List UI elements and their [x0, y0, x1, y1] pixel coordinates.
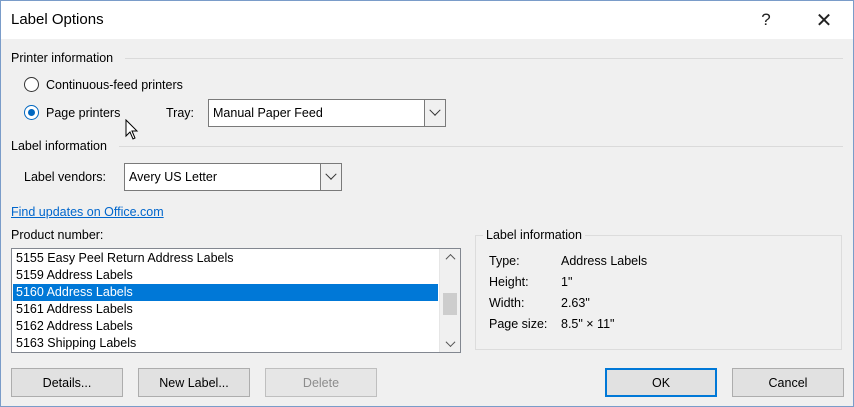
- label-options-dialog: Label Options ? ✕ Printer information Co…: [0, 0, 854, 407]
- page-printers-radio[interactable]: [24, 105, 39, 120]
- scroll-up-icon[interactable]: [440, 249, 460, 266]
- delete-button[interactable]: Delete: [265, 368, 377, 397]
- list-item[interactable]: 5159 Address Labels: [13, 267, 438, 284]
- label-details-group: [475, 235, 842, 350]
- label-vendors-select[interactable]: Avery US Letter: [124, 163, 342, 191]
- dialog-title: Label Options: [11, 11, 104, 28]
- detail-value: 2.63": [561, 296, 590, 310]
- printer-information-heading: Printer information: [11, 51, 114, 65]
- title-bar: Label Options ? ✕: [1, 1, 853, 39]
- close-button[interactable]: ✕: [804, 5, 844, 35]
- tray-label: Tray:: [166, 106, 195, 120]
- find-updates-link[interactable]: Find updates on Office.com: [11, 205, 164, 219]
- scroll-down-icon[interactable]: [440, 335, 460, 352]
- tray-value: Manual Paper Feed: [213, 106, 323, 120]
- ok-button[interactable]: OK: [605, 368, 717, 397]
- detail-key: Type:: [489, 254, 520, 268]
- detail-value: 1": [561, 275, 573, 289]
- detail-value: 8.5" × 11": [561, 317, 615, 331]
- label-info-separator: [119, 146, 843, 147]
- detail-value: Address Labels: [561, 254, 648, 268]
- list-scrollbar[interactable]: [439, 249, 460, 352]
- continuous-feed-radio[interactable]: [24, 77, 39, 92]
- list-item[interactable]: 5163 Shipping Labels: [13, 335, 438, 352]
- new-label-button[interactable]: New Label...: [138, 368, 250, 397]
- continuous-feed-label: Continuous-feed printers: [46, 77, 183, 92]
- list-item-selected[interactable]: 5160 Address Labels: [13, 284, 438, 301]
- chevron-down-icon[interactable]: [424, 100, 445, 126]
- product-number-list[interactable]: 5155 Easy Peel Return Address Labels 515…: [11, 248, 461, 353]
- label-vendors-value: Avery US Letter: [129, 170, 218, 184]
- help-button[interactable]: ?: [746, 5, 786, 35]
- product-number-label: Product number:: [11, 228, 104, 242]
- cancel-button[interactable]: Cancel: [732, 368, 844, 397]
- detail-key: Page size:: [489, 317, 548, 331]
- chevron-down-icon[interactable]: [320, 164, 341, 190]
- printer-info-separator: [125, 58, 843, 59]
- scroll-thumb[interactable]: [443, 293, 457, 315]
- tray-select[interactable]: Manual Paper Feed: [208, 99, 446, 127]
- label-details-title: Label information: [483, 228, 585, 242]
- page-printers-option[interactable]: Page printers: [24, 105, 120, 120]
- list-item[interactable]: 5161 Address Labels: [13, 301, 438, 318]
- detail-key: Width:: [489, 296, 525, 310]
- page-printers-label: Page printers: [46, 105, 121, 120]
- mouse-pointer-icon: [125, 119, 139, 140]
- detail-key: Height:: [489, 275, 529, 289]
- details-button[interactable]: Details...: [11, 368, 123, 397]
- label-information-heading: Label information: [11, 139, 107, 153]
- continuous-feed-option[interactable]: Continuous-feed printers: [24, 77, 183, 92]
- list-item[interactable]: 5155 Easy Peel Return Address Labels: [13, 250, 438, 267]
- list-item[interactable]: 5162 Address Labels: [13, 318, 438, 335]
- label-vendors-label: Label vendors:: [24, 170, 107, 184]
